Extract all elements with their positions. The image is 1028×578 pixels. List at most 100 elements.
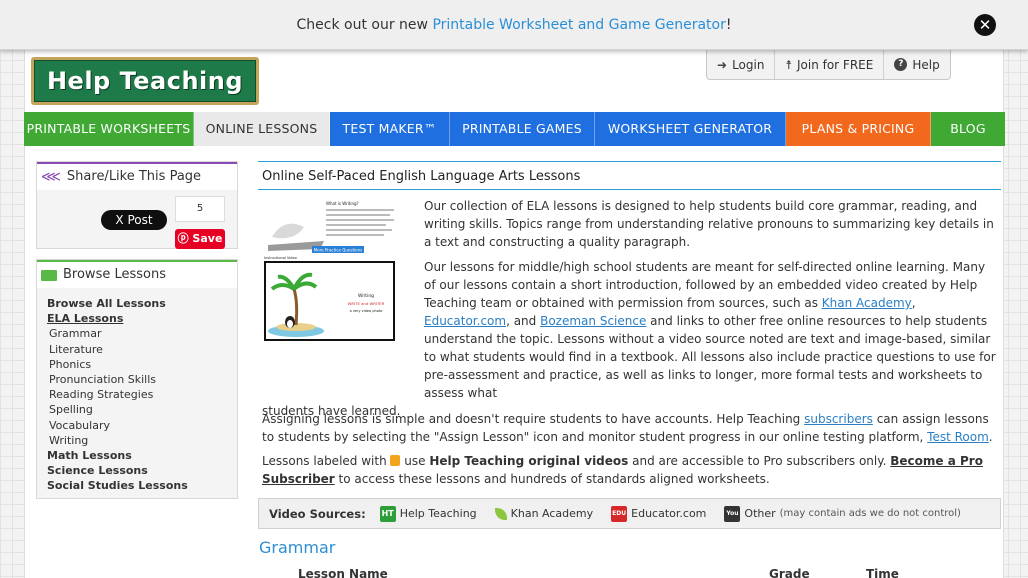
source-other: You Other (may contain ads we do not con… — [724, 505, 961, 522]
logo[interactable]: Help Teaching — [31, 57, 259, 105]
browse-item-literature[interactable]: Literature — [47, 342, 237, 357]
p4-text-a: Lessons labeled with — [262, 454, 391, 468]
login-button[interactable]: ➜ Login — [707, 50, 776, 79]
thumb-video-title: Instructional Video — [264, 256, 297, 260]
video-sources-bar: Video Sources: HT Help Teaching Khan Aca… — [258, 498, 1001, 529]
nav-printable-games[interactable]: PRINTABLE GAMES — [450, 112, 595, 146]
browse-item-science[interactable]: Science Lessons — [47, 463, 237, 478]
browse-item-all[interactable]: Browse All Lessons — [47, 296, 237, 311]
browse-title: Browse Lessons — [63, 267, 166, 282]
join-label: Join for FREE — [796, 57, 874, 72]
p3-text-c: . — [988, 430, 993, 444]
thumb-video-line1: Writing — [358, 293, 374, 299]
browse-item-spelling[interactable]: Spelling — [47, 402, 237, 417]
browse-item-grammar[interactable]: Grammar — [47, 326, 237, 341]
nav-blog[interactable]: BLOG — [931, 112, 1005, 146]
p4-text-d: to access these lessons and hundreds of … — [334, 472, 770, 486]
source-label: Khan Academy — [510, 507, 594, 520]
p2-comma: , — [911, 296, 916, 310]
p3-text-a: Assigning lessons is simple and doesn't … — [262, 412, 805, 426]
browse-item-social-studies[interactable]: Social Studies Lessons — [47, 478, 237, 493]
share-header: ⋘ Share/Like This Page — [37, 162, 237, 190]
subscribers-link[interactable]: subscribers — [804, 412, 873, 426]
share-icon: ⋘ — [41, 169, 61, 185]
lock-icon — [390, 455, 401, 466]
close-icon[interactable]: ✕ — [974, 14, 996, 36]
test-room-link[interactable]: Test Room — [927, 430, 989, 444]
person-icon: ☨ — [785, 57, 792, 72]
pinterest-icon: ⓟ — [177, 232, 189, 245]
help-button[interactable]: ? Help — [884, 50, 949, 79]
source-note: (may contain ads we do not control) — [779, 508, 961, 519]
account-bar: ➜ Login ☨ Join for FREE ? Help — [706, 50, 951, 80]
source-label: Other — [744, 507, 776, 520]
grammar-section-title: Grammar — [259, 538, 336, 557]
page-container: Help Teaching ➜ Login ☨ Join for FREE ? … — [24, 50, 1005, 578]
col-time[interactable]: Time — [866, 567, 899, 578]
lessons-paragraph: Our lessons for middle/high school stude… — [262, 258, 998, 420]
browse-item-math[interactable]: Math Lessons — [47, 448, 237, 463]
nav-worksheet-generator[interactable]: WORKSHEET GENERATOR — [595, 112, 786, 146]
nav-printable-worksheets[interactable]: PRINTABLE WORKSHEETS — [24, 112, 194, 146]
lesson-thumbnail: What is Writing? More Practice Questions… — [264, 197, 399, 355]
col-lesson-name[interactable]: Lesson Name — [298, 567, 388, 578]
source-help-teaching: HT Help Teaching — [379, 505, 477, 522]
banner-text: Check out our new — [296, 17, 433, 33]
share-panel: ⋘ Share/Like This Page X Post 5 ⓟ Save — [36, 161, 238, 249]
khan-leaf-icon — [494, 507, 507, 520]
help-teaching-icon: HT — [379, 505, 396, 522]
browse-item-writing[interactable]: Writing — [47, 433, 237, 448]
thumb-video-line2: WRITE and WRITER — [348, 301, 385, 306]
pin-label: Save — [192, 232, 223, 245]
page-title: Online Self-Paced English Language Arts … — [258, 161, 1001, 190]
login-icon: ➜ — [717, 57, 728, 72]
nav-test-maker[interactable]: TEST MAKER™ — [330, 112, 450, 146]
help-icon: ? — [894, 58, 908, 71]
x-post-button[interactable]: X Post — [101, 210, 167, 230]
share-count: 5 — [175, 196, 225, 222]
browse-item-ela[interactable]: ELA Lessons — [47, 311, 237, 326]
p4-text-c: and are accessible to Pro subscribers on… — [628, 454, 891, 468]
bozeman-link[interactable]: Bozeman Science — [540, 314, 646, 328]
col-grade[interactable]: Grade — [769, 567, 810, 578]
pinterest-save-button[interactable]: ⓟ Save — [175, 229, 225, 249]
source-educator: EDU Educator.com — [611, 505, 707, 522]
assigning-paragraph: Assigning lessons is simple and doesn't … — [262, 410, 998, 446]
browse-item-vocabulary[interactable]: Vocabulary — [47, 418, 237, 433]
help-label: Help — [912, 57, 940, 72]
source-label: Educator.com — [631, 507, 707, 520]
pro-paragraph: Lessons labeled with use Help Teaching o… — [262, 452, 998, 488]
browse-item-phonics[interactable]: Phonics — [47, 357, 237, 372]
browse-item-pronunciation[interactable]: Pronunciation Skills — [47, 372, 237, 387]
p2-and: , and — [506, 314, 541, 328]
login-label: Login — [732, 57, 765, 72]
thumb-button: More Practice Questions — [314, 248, 362, 253]
p4-text-b: use — [400, 454, 430, 468]
khan-academy-link[interactable]: Khan Academy — [822, 296, 912, 310]
join-button[interactable]: ☨ Join for FREE — [775, 50, 885, 79]
promo-banner: Check out our new Printable Worksheet an… — [0, 0, 1028, 50]
educator-link[interactable]: Educator.com — [424, 314, 506, 328]
nav-online-lessons[interactable]: ONLINE LESSONS — [194, 112, 330, 146]
source-khan-academy: Khan Academy — [494, 507, 594, 520]
banner-generator-link[interactable]: Printable Worksheet and Game Generator — [432, 17, 725, 33]
main-nav: PRINTABLE WORKSHEETS ONLINE LESSONS TEST… — [24, 112, 1005, 146]
educator-icon: EDU — [611, 505, 628, 522]
share-title: Share/Like This Page — [66, 169, 202, 184]
browse-panel: Browse Lessons Browse All Lessons ELA Le… — [36, 259, 238, 499]
browse-item-reading[interactable]: Reading Strategies — [47, 387, 237, 402]
video-sources-label: Video Sources: — [269, 506, 366, 521]
folder-icon — [41, 269, 57, 281]
main-content: Online Self-Paced English Language Arts … — [258, 161, 1001, 578]
browse-list: Browse All Lessons ELA Lessons Grammar L… — [37, 288, 237, 494]
nav-plans-pricing[interactable]: PLANS & PRICING — [786, 112, 931, 146]
browse-header: Browse Lessons — [37, 260, 237, 288]
youtube-icon: You — [724, 505, 741, 522]
logo-text: Help Teaching — [34, 60, 256, 102]
intro-paragraph: Our collection of ELA lessons is designe… — [424, 199, 994, 249]
thumb-video-line3: a very video photo — [350, 309, 383, 313]
source-label: Help Teaching — [399, 507, 477, 520]
banner-suffix: ! — [725, 17, 732, 33]
p4-bold: Help Teaching original videos — [429, 454, 629, 468]
thumb-heading: What is Writing? — [326, 201, 359, 206]
